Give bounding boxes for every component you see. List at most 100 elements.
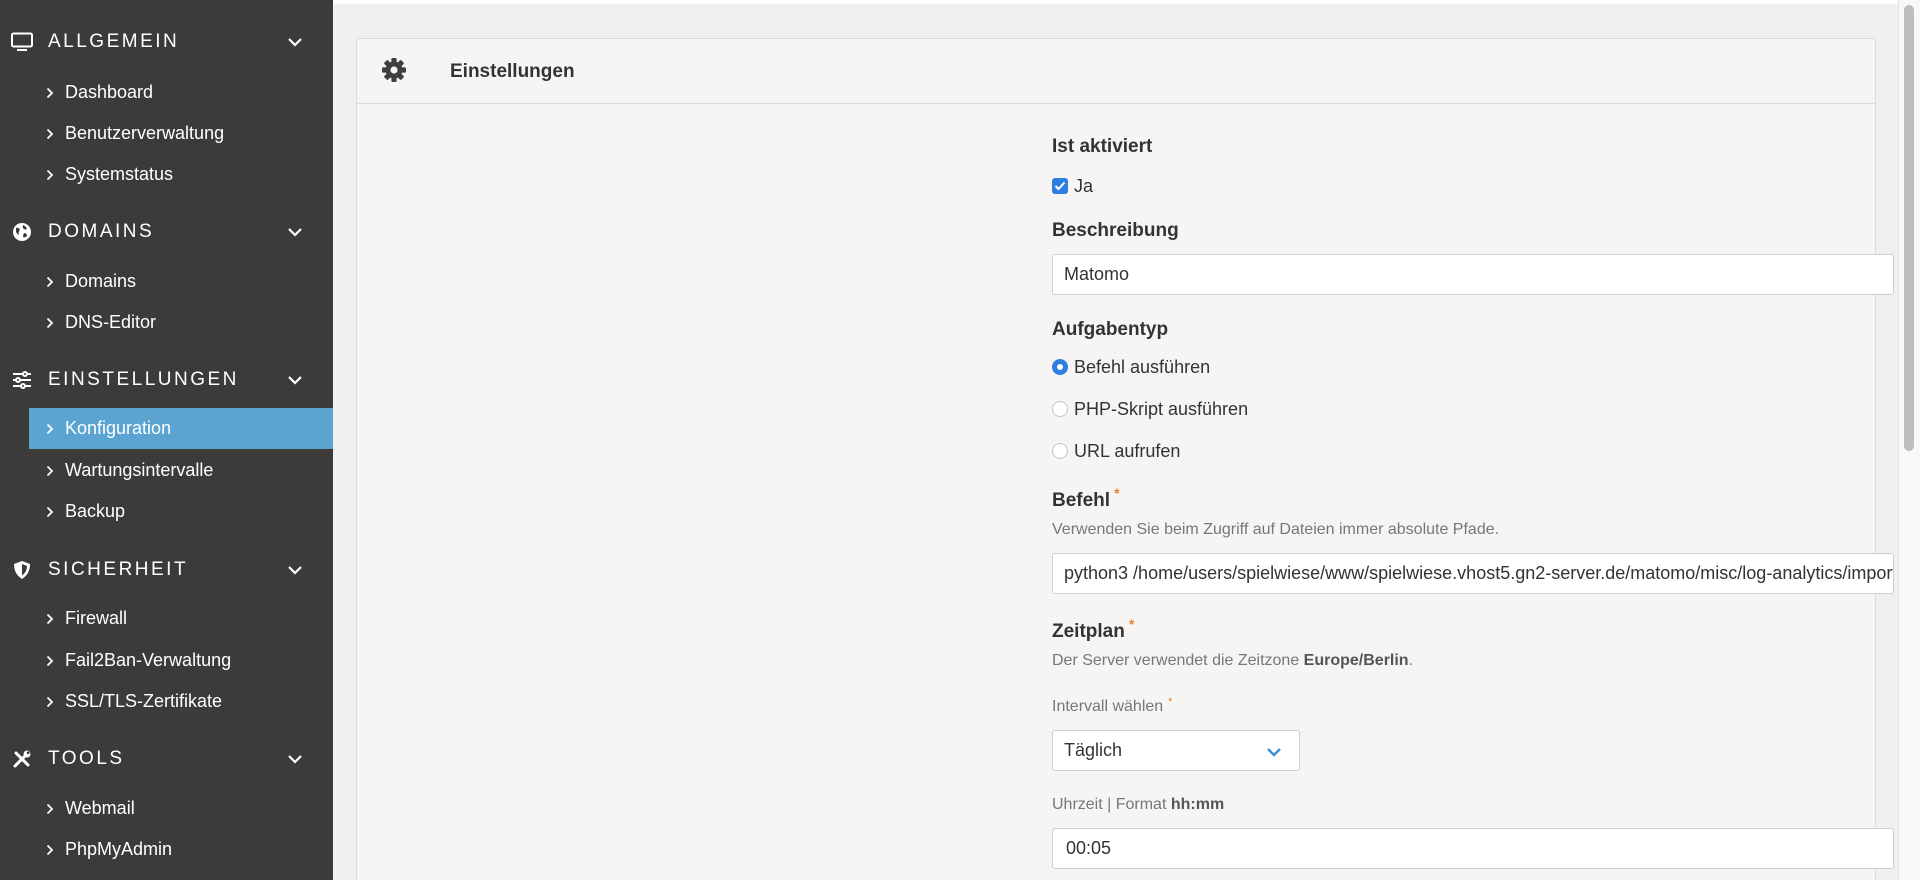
- chevron-right-icon: [46, 127, 58, 141]
- sidebar-item-label: Domains: [65, 271, 137, 291]
- interval-label: Intervall wählen *: [1052, 696, 1173, 716]
- command-hint: Verwenden Sie beim Zugriff auf Dateien i…: [1052, 521, 1500, 538]
- nav-group-title: TOOLS: [48, 748, 125, 769]
- sidebar-item-label: Dashboard: [65, 82, 154, 102]
- sidebar-item-fail2ban-verwaltung[interactable]: Fail2Ban-Verwaltung: [29, 640, 333, 681]
- enabled-label: Ist aktiviert: [1052, 136, 1153, 157]
- chevron-right-icon: [46, 275, 58, 289]
- chevron-right-icon: [46, 612, 58, 626]
- time-format: hh:mm: [1170, 796, 1225, 813]
- nav-group-allgemein[interactable]: ALLGEMEIN: [0, 22, 333, 62]
- task-type-option-command[interactable]: Befehl ausführen: [1052, 355, 1210, 379]
- chevron-down-icon[interactable]: [284, 31, 306, 53]
- card-header: Einstellungen: [357, 39, 1875, 104]
- sidebar-item-label: PhpMyAdmin: [65, 839, 173, 859]
- sidebar-item-benutzerverwaltung[interactable]: Benutzerverwaltung: [29, 113, 333, 154]
- monitor-icon: [10, 30, 34, 54]
- sidebar-item-konfiguration[interactable]: Konfiguration: [29, 408, 333, 449]
- enabled-checkbox-row[interactable]: Ja: [1052, 174, 1093, 198]
- task-type-label: Aufgabentyp: [1052, 319, 1169, 340]
- sidebar-item-phpmyadmin[interactable]: PhpMyAdmin: [29, 829, 333, 870]
- radio-label: URL aufrufen: [1074, 440, 1181, 461]
- sidebar-item-domains[interactable]: Domains: [29, 261, 333, 302]
- timezone-hint: Der Server verwendet die Zeitzone Europe…: [1052, 652, 1413, 670]
- timezone-value: Europe/Berlin: [1303, 652, 1409, 669]
- sidebar-item-label: Konfiguration: [65, 418, 172, 438]
- command-value: python3 /home/users/spielwiese/www/spiel…: [1064, 563, 1894, 583]
- required-marker: *: [1128, 616, 1135, 632]
- sidebar-item-label: Benutzerverwaltung: [65, 123, 225, 143]
- nav-group-title: EINSTELLUNGEN: [48, 369, 239, 390]
- schedule-label: Zeitplan *: [1052, 616, 1134, 643]
- nav-group-sicherheit[interactable]: SICHERHEIT: [0, 550, 333, 590]
- chevron-down-icon[interactable]: [284, 369, 306, 391]
- sidebar-item-label: Fail2Ban-Verwaltung: [65, 650, 232, 670]
- radio-button[interactable]: [1052, 359, 1068, 375]
- radio-button[interactable]: [1052, 401, 1068, 417]
- chevron-down-icon[interactable]: [284, 221, 306, 243]
- card-title: Einstellungen: [450, 61, 575, 82]
- sidebar-item-backup[interactable]: Backup: [29, 491, 333, 532]
- interval-select[interactable]: Täglich: [1052, 730, 1300, 771]
- sliders-icon: [10, 368, 34, 392]
- nav-group-title: ALLGEMEIN: [48, 31, 180, 52]
- command-label-text: Befehl: [1052, 490, 1111, 511]
- shield-icon: [10, 558, 34, 582]
- sidebar-item-label: Systemstatus: [65, 164, 174, 184]
- chevron-down-icon[interactable]: [284, 559, 306, 581]
- sidebar-item-label: SSL/TLS-Zertifikate: [65, 691, 223, 711]
- description-label: Beschreibung: [1052, 220, 1179, 241]
- time-label-prefix: Uhrzeit | Format: [1052, 796, 1171, 813]
- tools-icon: [10, 747, 34, 771]
- top-bar: [333, 0, 1920, 4]
- radio-label: Befehl ausführen: [1074, 356, 1211, 377]
- scrollbar-thumb[interactable]: [1904, 5, 1914, 451]
- globe-icon: [10, 220, 34, 244]
- nav-group-title: DOMAINS: [48, 221, 155, 242]
- gear-icon: [381, 57, 407, 83]
- chevron-right-icon: [46, 316, 58, 330]
- sidebar-item-ssl-tls-zertifikate[interactable]: SSL/TLS-Zertifikate: [29, 681, 333, 722]
- sidebar-item-firewall[interactable]: Firewall: [29, 598, 333, 639]
- chevron-down-icon[interactable]: [284, 748, 306, 770]
- chevron-right-icon: [46, 464, 58, 478]
- chevron-right-icon: [46, 654, 58, 668]
- nav-group-tools[interactable]: TOOLS: [0, 739, 333, 779]
- description-value: Matomo: [1064, 264, 1130, 284]
- sidebar-item-label: Firewall: [65, 608, 128, 628]
- required-marker: *: [1168, 696, 1173, 708]
- time-value: 00:05: [1066, 838, 1112, 858]
- time-input[interactable]: 00:05: [1052, 828, 1894, 869]
- sidebar-item-wartungsintervalle[interactable]: Wartungsintervalle: [29, 450, 333, 491]
- chevron-right-icon: [46, 505, 58, 519]
- chevron-right-icon: [46, 695, 58, 709]
- interval-label-text: Intervall wählen: [1052, 698, 1164, 715]
- sidebar-item-label: Webmail: [65, 798, 135, 818]
- timezone-hint-suffix: .: [1408, 652, 1414, 669]
- chevron-right-icon: [46, 802, 58, 816]
- nav-group-einstellungen[interactable]: EINSTELLUNGEN: [0, 360, 333, 400]
- radio-button[interactable]: [1052, 443, 1068, 459]
- sidebar-item-dashboard[interactable]: Dashboard: [29, 72, 333, 113]
- chevron-right-icon: [46, 422, 58, 436]
- interval-value: Täglich: [1064, 740, 1123, 760]
- chevron-right-icon: [46, 168, 58, 182]
- chevron-down-icon: [1265, 743, 1283, 761]
- sidebar-item-dns-editor[interactable]: DNS-Editor: [29, 302, 333, 343]
- command-label: Befehl *: [1052, 485, 1120, 512]
- sidebar: ALLGEMEIN Dashboard Benutzerverwaltung S…: [0, 0, 333, 880]
- description-input[interactable]: Matomo: [1052, 254, 1894, 295]
- command-input[interactable]: python3 /home/users/spielwiese/www/spiel…: [1052, 553, 1894, 594]
- sidebar-item-label: Backup: [65, 501, 126, 521]
- required-marker: *: [1114, 485, 1120, 501]
- task-type-option-url[interactable]: URL aufrufen: [1052, 439, 1180, 463]
- sidebar-item-webmail[interactable]: Webmail: [29, 788, 333, 829]
- chevron-right-icon: [46, 86, 58, 100]
- nav-group-domains[interactable]: DOMAINS: [0, 212, 333, 252]
- timezone-hint-prefix: Der Server verwendet die Zeitzone: [1052, 652, 1304, 669]
- schedule-label-text: Zeitplan: [1052, 621, 1125, 642]
- chevron-right-icon: [46, 843, 58, 857]
- task-type-option-php[interactable]: PHP-Skript ausführen: [1052, 397, 1248, 421]
- enabled-checkbox[interactable]: [1052, 178, 1068, 194]
- sidebar-item-systemstatus[interactable]: Systemstatus: [29, 154, 333, 195]
